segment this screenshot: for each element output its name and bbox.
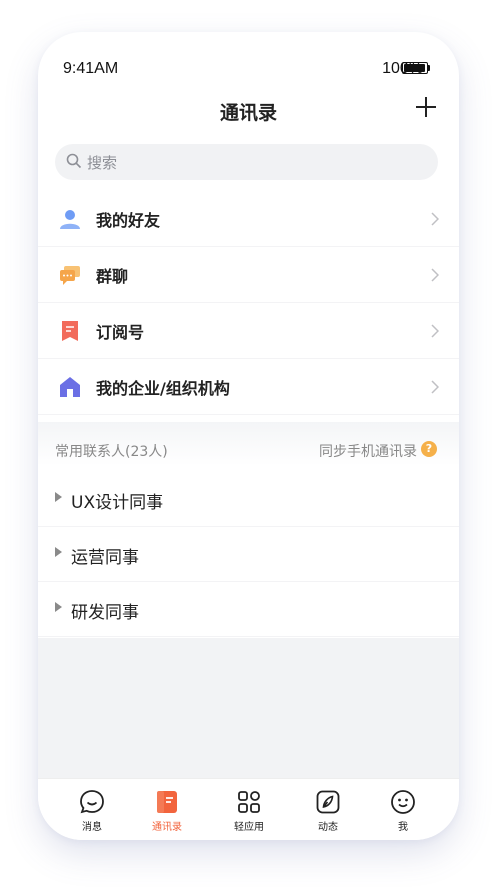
chevron-right-icon [431,379,440,398]
status-bar: 9:41AM 100% [38,32,459,94]
empty-area [38,638,459,778]
menu-item-group-chat[interactable]: 群聊 [38,247,459,303]
menu-list: 我的好友 群聊 订阅号 我的企业/组织机构 [38,191,459,415]
group-item-ux[interactable]: UX设计同事 [38,472,459,527]
tab-moments[interactable]: 动态 [293,789,363,833]
search-icon [66,153,82,173]
tab-label: 我 [398,822,408,833]
menu-item-label: 订阅号 [96,323,145,342]
menu-item-label: 我的好友 [96,211,161,230]
nav-bar: 通讯录 [38,94,459,142]
sync-contacts-link[interactable]: 同步手机通讯录 [319,441,417,461]
help-icon[interactable]: ? [421,441,437,457]
menu-item-label: 群聊 [96,267,129,286]
tab-label: 轻应用 [234,822,264,833]
tab-label: 动态 [318,822,338,833]
tab-label: 消息 [82,822,102,833]
tab-messages[interactable]: 消息 [57,789,127,833]
house-icon [59,376,81,398]
caret-right-icon [55,547,62,557]
group-item-rnd[interactable]: 研发同事 [38,582,459,637]
caret-right-icon [55,492,62,502]
group-label: 运营同事 [71,548,139,568]
menu-item-friends[interactable]: 我的好友 [38,191,459,247]
contacts-section-header: 常用联系人(23人) 同步手机通讯录 ? [38,422,459,466]
contacts-icon [157,791,177,813]
compass-icon [316,790,340,814]
chevron-right-icon [431,267,440,286]
tab-apps[interactable]: 轻应用 [214,789,284,833]
smiley-icon [391,790,415,814]
bookmark-icon [59,320,81,342]
page-title: 通讯录 [219,102,277,124]
phone-frame: 9:41AM 100% 通讯录 搜索 我的好友 群聊 订阅号 我的企业/组织机构… [38,32,459,840]
chevron-right-icon [431,211,440,230]
message-icon [80,790,104,814]
group-label: UX设计同事 [71,493,164,513]
tab-label: 通讯录 [152,822,182,833]
menu-item-label: 我的企业/组织机构 [96,379,230,398]
search-placeholder: 搜索 [87,154,118,172]
status-time: 9:41AM [63,60,119,77]
battery-icon [402,62,430,74]
tab-me[interactable]: 我 [368,789,438,833]
contacts-count-label: 常用联系人(23人) [55,444,168,460]
group-label: 研发同事 [71,603,139,623]
menu-item-subscriptions[interactable]: 订阅号 [38,303,459,359]
tab-bar: 消息 通讯录 轻应用 动态 我 [38,778,459,840]
caret-right-icon [55,602,62,612]
tab-contacts[interactable]: 通讯录 [132,789,202,833]
chat-group-icon [59,264,81,286]
contact-groups: UX设计同事 运营同事 研发同事 [38,472,459,637]
group-item-operations[interactable]: 运营同事 [38,527,459,582]
chevron-right-icon [431,323,440,342]
user-icon [59,208,81,230]
apps-grid-icon [238,791,260,813]
menu-item-organization[interactable]: 我的企业/组织机构 [38,359,459,415]
search-input[interactable]: 搜索 [55,144,438,180]
add-icon[interactable] [415,96,437,118]
